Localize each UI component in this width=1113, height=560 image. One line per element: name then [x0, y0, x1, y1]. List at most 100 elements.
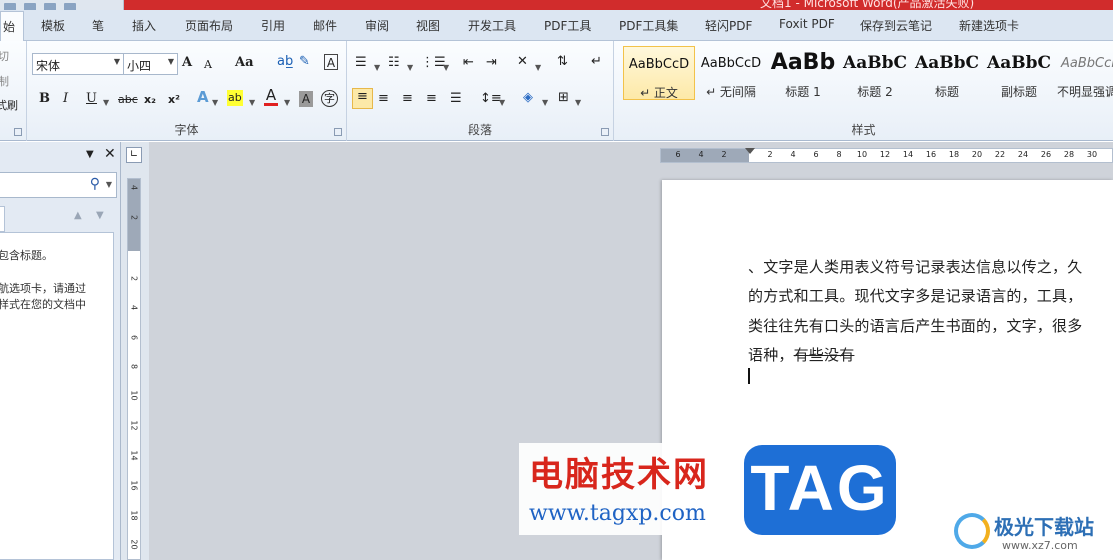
tab-insert[interactable]: 插入: [132, 17, 156, 35]
shading-icon[interactable]: ◈: [523, 90, 533, 106]
ruler-number: 24: [1017, 150, 1029, 159]
change-case-button[interactable]: Aa: [235, 55, 254, 71]
bold-button[interactable]: B: [39, 91, 50, 107]
undo-icon[interactable]: [44, 3, 56, 10]
clear-formatting-icon[interactable]: ✎: [299, 54, 310, 70]
clipboard-launcher-icon[interactable]: [14, 128, 22, 136]
font-color-button[interactable]: A: [264, 88, 278, 106]
character-shading-button[interactable]: A: [299, 91, 313, 107]
shrink-font-button[interactable]: A: [204, 57, 212, 73]
chevron-down-icon[interactable]: ▼: [284, 95, 290, 111]
chevron-down-icon[interactable]: ▼: [542, 95, 548, 111]
multilevel-list-icon[interactable]: ⋮☰: [421, 55, 446, 71]
next-heading-icon[interactable]: ▼: [96, 210, 104, 221]
document-line-1[interactable]: 、文字是人类用表义符号记录表达信息以传之，久: [748, 256, 1082, 277]
tab-pdf-toolset[interactable]: PDF工具集: [619, 17, 678, 35]
chevron-down-icon[interactable]: ▼: [499, 95, 505, 111]
chevron-down-icon[interactable]: ▼: [443, 60, 449, 76]
copy-button[interactable]: 制: [0, 74, 9, 90]
previous-heading-icon[interactable]: ▲: [74, 210, 82, 221]
clipboard-group: 切 制 式刷: [0, 41, 27, 141]
horizontal-ruler[interactable]: 6 4 2 2 4 6 8 10 12 14 16 18 20 22 24 26…: [660, 148, 1113, 163]
highlight-button[interactable]: ab: [227, 90, 243, 106]
phonetic-guide-icon[interactable]: ab̲: [277, 54, 293, 70]
quick-access-toolbar[interactable]: [0, 0, 124, 10]
redo-icon[interactable]: [64, 3, 76, 10]
cut-button[interactable]: 切: [0, 49, 9, 65]
vertical-ruler-strip[interactable]: 4 2 2 4 6 8 10 12 14 16 18 20: [127, 178, 141, 560]
numbering-icon[interactable]: ☷: [388, 55, 400, 71]
tab-pen[interactable]: 笔: [92, 17, 104, 35]
tab-references[interactable]: 引用: [261, 17, 285, 35]
character-border-icon[interactable]: A: [324, 54, 338, 70]
document-line-4[interactable]: 语种，有些没有: [748, 344, 854, 365]
font-size-select[interactable]: 小四 ▼: [123, 53, 178, 75]
paragraph-launcher-icon[interactable]: [601, 128, 609, 136]
chevron-down-icon[interactable]: ▼: [103, 95, 109, 111]
tab-save-to-cloud-note[interactable]: 保存到云笔记: [860, 17, 932, 35]
close-icon[interactable]: ✕: [104, 146, 116, 162]
font-family-select[interactable]: 宋体 ▼: [32, 53, 124, 75]
document-line-2[interactable]: 的方式和工具。现代文字多是记录语言的，工具，: [748, 285, 1082, 306]
justify-icon[interactable]: ≡: [426, 91, 437, 107]
tab-mailings[interactable]: 邮件: [313, 17, 337, 35]
navigation-message-line1: 包含标题。: [0, 249, 53, 262]
chevron-down-icon[interactable]: ▼: [106, 180, 112, 189]
chevron-down-icon[interactable]: ▼: [212, 95, 218, 111]
chevron-down-icon[interactable]: ▼: [535, 60, 541, 76]
text-effect-button[interactable]: A: [197, 89, 209, 105]
format-painter-button[interactable]: 式刷: [0, 98, 18, 114]
align-center-icon[interactable]: ≡: [378, 91, 389, 107]
show-formatting-marks-icon[interactable]: ↵: [591, 54, 602, 70]
chevron-down-icon[interactable]: ▼: [407, 60, 413, 76]
asian-layout-icon[interactable]: ✕: [517, 54, 528, 70]
ruler-number: 14: [902, 150, 914, 159]
save-icon[interactable]: [24, 3, 36, 10]
tab-developer[interactable]: 开发工具: [468, 17, 516, 35]
increase-indent-icon[interactable]: ⇥: [486, 55, 497, 71]
font-launcher-icon[interactable]: [334, 128, 342, 136]
tab-templates[interactable]: 模板: [41, 17, 65, 35]
borders-icon[interactable]: ⊞: [558, 90, 569, 106]
superscript-button[interactable]: x²: [168, 92, 180, 108]
ruler-number: 12: [129, 420, 139, 431]
chevron-down-icon[interactable]: ▼: [575, 95, 581, 111]
tab-review[interactable]: 审阅: [365, 17, 389, 35]
strikethrough-button[interactable]: abc: [118, 92, 138, 108]
navigation-search-input[interactable]: ⚲ ▼: [0, 172, 117, 198]
underline-button[interactable]: U: [86, 91, 97, 107]
tab-page-layout[interactable]: 页面布局: [185, 17, 233, 35]
subscript-button[interactable]: x₂: [144, 92, 156, 108]
tab-view[interactable]: 视图: [416, 17, 440, 35]
watermark-brand-name: 极光下载站: [994, 515, 1094, 539]
align-left-icon[interactable]: ≡: [352, 88, 373, 109]
grow-font-button[interactable]: A: [182, 55, 192, 71]
bullets-icon[interactable]: ☰: [355, 55, 367, 71]
ruler-number: 8: [836, 150, 842, 159]
watermark-site-name: 电脑技术网: [529, 455, 709, 495]
enclose-characters-button[interactable]: 字: [321, 90, 338, 107]
sort-icon[interactable]: ⇅: [557, 54, 568, 70]
tab-foxit-pdf[interactable]: Foxit PDF: [779, 17, 835, 35]
tab-home[interactable]: 始: [0, 11, 25, 42]
tab-headings[interactable]: [0, 206, 5, 232]
document-line-3[interactable]: 类往往先有口头的语言后产生书面的，文字，很多: [748, 315, 1082, 336]
navigation-pane-content: 包含标题。 航选项卡，请通过 样式在您的文档中: [0, 232, 114, 560]
tab-new-tab[interactable]: 新建选项卡: [959, 17, 1019, 35]
chevron-down-icon[interactable]: ▼: [249, 95, 255, 111]
chevron-down-icon[interactable]: ▼: [86, 149, 94, 160]
indent-marker-icon[interactable]: [745, 148, 755, 154]
navigation-message-line3: 样式在您的文档中: [0, 298, 86, 311]
italic-button[interactable]: I: [63, 91, 68, 107]
font-group-label: 字体: [174, 123, 199, 137]
align-right-icon[interactable]: ≡: [402, 91, 413, 107]
tab-pdf-tools[interactable]: PDF工具: [544, 17, 591, 35]
chevron-down-icon[interactable]: ▼: [374, 60, 380, 76]
distributed-icon[interactable]: ☰: [450, 91, 462, 107]
tab-selector-button[interactable]: ∟: [126, 147, 142, 163]
decrease-indent-icon[interactable]: ⇤: [463, 55, 474, 71]
ruler-number: 6: [675, 150, 681, 159]
tab-flash-pdf[interactable]: 轻闪PDF: [705, 17, 752, 35]
ruler-number: 6: [813, 150, 819, 159]
search-icon[interactable]: ⚲: [90, 176, 100, 192]
